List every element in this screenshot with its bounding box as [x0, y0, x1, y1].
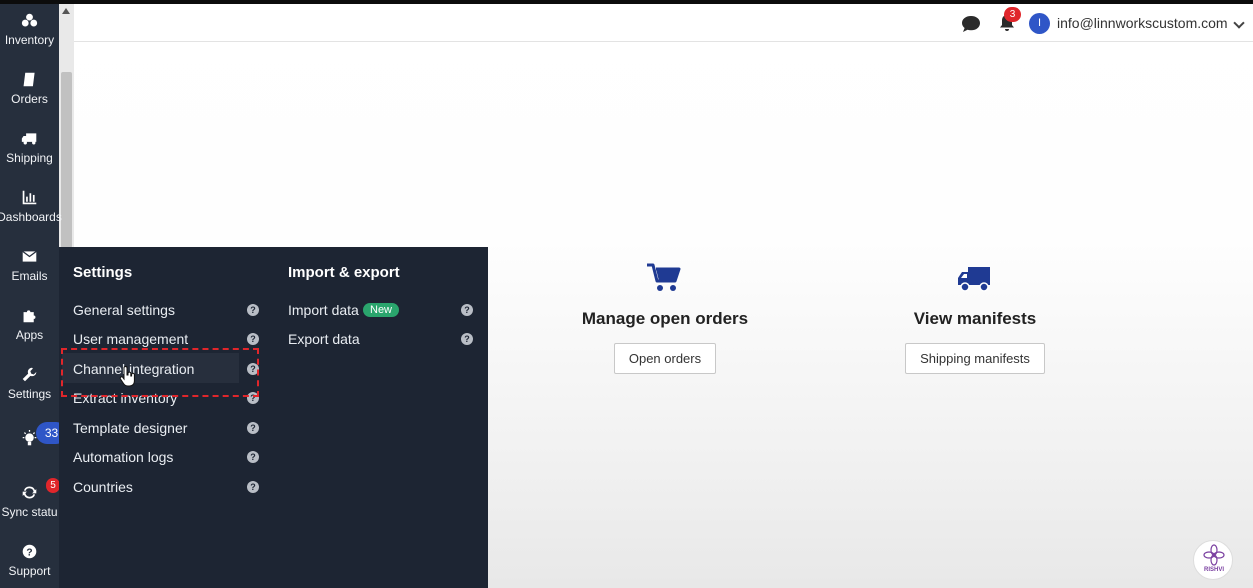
help-icon[interactable]: ?: [461, 304, 473, 316]
menu-item-automation-logs[interactable]: Automation logs: [73, 449, 173, 465]
menu-item-countries[interactable]: Countries: [73, 479, 133, 495]
truck-icon: [21, 133, 37, 145]
sidebar-item-label: Settings: [7, 387, 52, 401]
chevron-down-icon[interactable]: [1233, 17, 1245, 29]
menu-item-import-data[interactable]: Import data: [288, 302, 359, 318]
cart-icon: [580, 262, 750, 299]
sidebar-item-label: Dashboards: [0, 210, 62, 224]
sidebar: Inventory Orders Shipping Dashboards Ema…: [0, 4, 62, 588]
top-bar: 3 I info@linnworkscustom.com: [74, 4, 1253, 42]
help-icon[interactable]: ?: [247, 304, 259, 316]
import-export-heading: Import & export: [288, 264, 400, 281]
settings-menu-panel: [59, 247, 488, 588]
sidebar-item-label: Inventory: [4, 33, 55, 47]
sidebar-item-label: Sync statu: [1, 505, 58, 519]
sidebar-item-apps[interactable]: Apps: [0, 301, 59, 357]
sidebar-item-label: Shipping: [6, 151, 53, 165]
watermark-text: RISHVI: [1203, 567, 1224, 573]
menu-item-general-settings[interactable]: General settings: [73, 302, 175, 318]
help-icon[interactable]: ?: [247, 333, 259, 345]
wrench-icon: [22, 367, 37, 382]
menu-item-template-designer[interactable]: Template designer: [73, 420, 187, 436]
sidebar-item-label: Support: [8, 564, 51, 578]
annotation-highlight-box: [61, 348, 259, 397]
manifests-card: View manifests Shipping manifests: [895, 262, 1055, 374]
avatar[interactable]: I: [1029, 13, 1050, 34]
sidebar-item-support[interactable]: ? Support: [0, 537, 59, 588]
sidebar-item-inventory[interactable]: Inventory: [0, 6, 59, 62]
sidebar-item-orders[interactable]: Orders: [0, 65, 59, 121]
hand-cursor-icon: [119, 366, 135, 387]
sidebar-item-dashboards[interactable]: Dashboards: [0, 183, 62, 239]
envelope-icon: [22, 250, 37, 262]
account-email[interactable]: info@linnworkscustom.com: [1057, 15, 1228, 31]
inventory-icon: [21, 13, 38, 27]
sidebar-item-settings[interactable]: Settings: [0, 360, 59, 416]
sidebar-item-shipping[interactable]: Shipping: [0, 124, 59, 180]
sidebar-item-emails[interactable]: Emails: [0, 242, 59, 298]
notification-badge: 3: [1004, 7, 1021, 22]
card-title: Manage open orders: [581, 309, 749, 328]
sidebar-item-label: Apps: [15, 328, 44, 342]
sync-count-badge: 5: [46, 478, 60, 493]
chart-icon: [22, 190, 37, 205]
help-icon[interactable]: ?: [247, 451, 259, 463]
chat-icon[interactable]: [960, 14, 982, 39]
card-title: View manifests: [913, 309, 1037, 328]
settings-heading: Settings: [73, 264, 133, 281]
scrollbar-thumb[interactable]: [61, 72, 72, 248]
scroll-up-arrow-icon[interactable]: [62, 8, 70, 14]
watermark-logo: RISHVI: [1193, 540, 1233, 580]
menu-item-user-management[interactable]: User management: [73, 331, 188, 347]
open-orders-button[interactable]: Open orders: [613, 343, 717, 374]
help-icon[interactable]: ?: [461, 333, 473, 345]
shipping-manifests-button[interactable]: Shipping manifests: [905, 343, 1045, 374]
new-badge: New: [363, 303, 400, 317]
help-icon[interactable]: ?: [247, 422, 259, 434]
sync-icon: [22, 486, 37, 499]
open-orders-card: Manage open orders Open orders: [580, 262, 750, 374]
orders-icon: [23, 72, 35, 87]
help-icon[interactable]: ?: [247, 481, 259, 493]
sidebar-item-label: Orders: [11, 92, 48, 106]
svg-text:?: ?: [26, 547, 32, 558]
menu-item-export-data[interactable]: Export data: [288, 331, 360, 347]
help-icon: ?: [22, 544, 37, 558]
flower-logo-icon: [1203, 544, 1225, 566]
sidebar-item-label: Emails: [11, 269, 48, 283]
puzzle-icon: [23, 310, 36, 323]
truck-icon: [895, 262, 1055, 299]
